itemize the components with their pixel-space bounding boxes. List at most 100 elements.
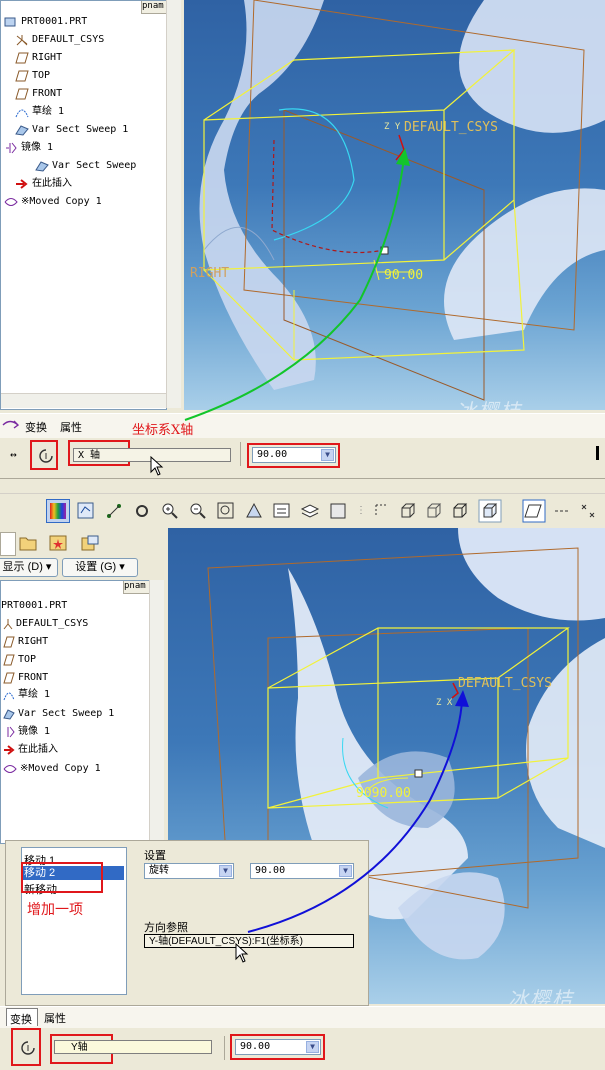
tree-item-right[interactable]: RIGHT	[15, 50, 62, 66]
csys-icon	[15, 34, 29, 46]
watermark: 冰樱桔	[508, 987, 574, 1004]
shading-icon[interactable]	[478, 499, 502, 526]
dashboard-tab-strip-bottom: 变换 属性	[0, 1006, 605, 1029]
axis-reference-field[interactable]: Y轴	[54, 1040, 212, 1054]
tree-item-part[interactable]: PRT0001.PRT	[4, 14, 87, 30]
right-plane-label: RIGHT	[190, 266, 230, 281]
connections-icon[interactable]	[80, 534, 100, 555]
color-palette-button[interactable]	[46, 499, 70, 523]
reorient-icon[interactable]	[244, 501, 264, 524]
favorites-icon[interactable]	[48, 534, 68, 555]
view-manager-icon[interactable]	[328, 501, 348, 524]
moved-copy-icon	[4, 196, 18, 208]
tree-item-mirror-sweep[interactable]: Var Sect Sweep	[35, 158, 136, 174]
angle-select[interactable]: 90.00 ▼	[235, 1039, 321, 1055]
sidebar-button-row: 显示 (D) ▾ 设置 (G) ▾	[0, 556, 165, 578]
tree-item-csys[interactable]: DEFAULT_CSYS	[3, 616, 88, 632]
tab-properties[interactable]: 属性	[44, 1010, 66, 1026]
tab-transform[interactable]: 变换	[6, 1008, 38, 1026]
toolbar-top-strip	[0, 479, 605, 494]
row-separator	[224, 1036, 225, 1060]
tree-horizontal-scrollbar[interactable]	[1, 393, 166, 408]
tree-item-csys[interactable]: DEFAULT_CSYS	[15, 32, 104, 48]
tab-model-tree[interactable]	[0, 532, 16, 556]
show-dropdown-button[interactable]: 显示 (D) ▾	[0, 558, 58, 577]
tree-item-right[interactable]: RIGHT	[3, 634, 48, 650]
layers-icon[interactable]	[300, 501, 320, 524]
mirror-icon	[4, 142, 18, 154]
node-icon[interactable]	[104, 501, 124, 524]
direction-arrows-icon: ↔	[10, 448, 17, 461]
sketch-icon	[3, 689, 15, 701]
datum-plane-icon	[15, 52, 29, 64]
tree-item-sketch[interactable]: 草绘 1	[15, 104, 64, 120]
insert-here-arrow-icon	[3, 744, 15, 756]
refit-icon[interactable]	[216, 501, 236, 524]
saved-views-icon[interactable]	[272, 501, 292, 524]
model-tree: pnam PRT0001.PRT DEFAULT_CSYS RIGHT TOP …	[0, 0, 167, 410]
datum-plane-icon	[3, 636, 15, 648]
hidden-line-icon[interactable]	[424, 501, 444, 524]
tab-properties[interactable]: 属性	[60, 419, 82, 435]
mirror-icon	[3, 726, 15, 738]
tree-item-top[interactable]: TOP	[3, 652, 36, 668]
datum-plane-icon	[15, 70, 29, 82]
mouse-cursor-icon	[235, 942, 249, 966]
wireframe-icon[interactable]	[398, 501, 418, 524]
settings-dropdown-button[interactable]: 设置 (G) ▾	[62, 558, 138, 577]
datum-points-toggle-icon[interactable]	[578, 501, 598, 524]
folder-browser-icon[interactable]	[18, 534, 38, 555]
datum-planes-toggle-icon[interactable]	[522, 499, 546, 526]
tree-item-front[interactable]: FRONT	[15, 86, 62, 102]
sweep-icon	[3, 708, 15, 720]
tree-item-mirror[interactable]: 镜像 1	[4, 140, 53, 156]
pause-icon[interactable]	[596, 446, 599, 460]
rotation-angle-select[interactable]: 90.00 ▼	[250, 863, 354, 879]
dashboard-control-row-bottom: Y轴 90.00 ▼	[0, 1028, 605, 1070]
tree-item-sweep[interactable]: Var Sect Sweep 1	[3, 706, 114, 722]
tree-item-moved-copy[interactable]: ※Moved Copy 1	[3, 761, 101, 777]
no-hidden-icon[interactable]	[450, 501, 470, 524]
graphics-viewport[interactable]: Z Y DEFAULT_CSYS RIGHT 90.00 冰樱桔	[184, 0, 605, 410]
zoom-in-icon[interactable]	[160, 501, 180, 524]
tree-item-insert-here[interactable]: 在此插入	[15, 176, 72, 192]
rotate-button[interactable]	[30, 440, 58, 470]
tree-item-sketch[interactable]: 草绘 1	[3, 687, 50, 703]
angle-select[interactable]: 90.00 ▼	[252, 447, 336, 463]
tree-item-insert-here[interactable]: 在此插入	[3, 742, 58, 758]
moved-copy-icon	[3, 763, 17, 775]
tree-column-header: pnam	[141, 1, 166, 14]
pick-icon[interactable]	[372, 501, 392, 524]
rotate-button[interactable]	[11, 1028, 41, 1066]
angle-dimension-label: 9090.00	[356, 786, 411, 801]
tree-item-moved-copy[interactable]: ※Moved Copy 1	[4, 194, 102, 210]
csys-axes-label: Z X	[436, 698, 453, 708]
tree-vertical-scrollbar[interactable]	[166, 0, 181, 408]
settings-label: 设置	[144, 850, 166, 862]
csys-name-label: DEFAULT_CSYS	[458, 676, 552, 691]
chevron-down-icon[interactable]: ▼	[339, 865, 352, 877]
chevron-down-icon[interactable]: ▼	[306, 1041, 319, 1053]
tree-item-top[interactable]: TOP	[15, 68, 50, 84]
selected-move-highlight	[21, 862, 103, 893]
tree-item-part[interactable]: PRT0001.PRT	[1, 598, 67, 614]
chevron-down-icon[interactable]: ▼	[219, 865, 232, 877]
model-tree-icon[interactable]	[76, 501, 96, 524]
tree-item-front[interactable]: FRONT	[3, 670, 48, 686]
tree-column-header: pnam	[123, 581, 149, 594]
direction-reference-field[interactable]: Y-轴(DEFAULT_CSYS):F1(坐标系)	[144, 934, 354, 948]
zoom-out-icon[interactable]	[188, 501, 208, 524]
transform-panel: 移动 1 移动 2 新移动 增加一项 设置 旋转 ▼ 90.00 ▼ 方向参照 …	[5, 840, 369, 1006]
sweep-icon	[35, 160, 49, 172]
transform-type-select[interactable]: 旋转 ▼	[144, 863, 234, 879]
sweep-icon	[15, 124, 29, 136]
settings-gear-icon[interactable]	[132, 501, 152, 524]
chevron-down-icon[interactable]: ▼	[321, 449, 334, 461]
angle-dimension-label: 90.00	[384, 268, 424, 283]
tree-vertical-scrollbar[interactable]	[149, 580, 164, 842]
tab-transform[interactable]: 变换	[25, 419, 47, 435]
tree-item-sweep[interactable]: Var Sect Sweep 1	[15, 122, 128, 138]
datum-axes-toggle-icon[interactable]	[552, 501, 572, 524]
tree-item-mirror[interactable]: 镜像 1	[3, 724, 50, 740]
csys-name-label: DEFAULT_CSYS	[404, 120, 498, 135]
